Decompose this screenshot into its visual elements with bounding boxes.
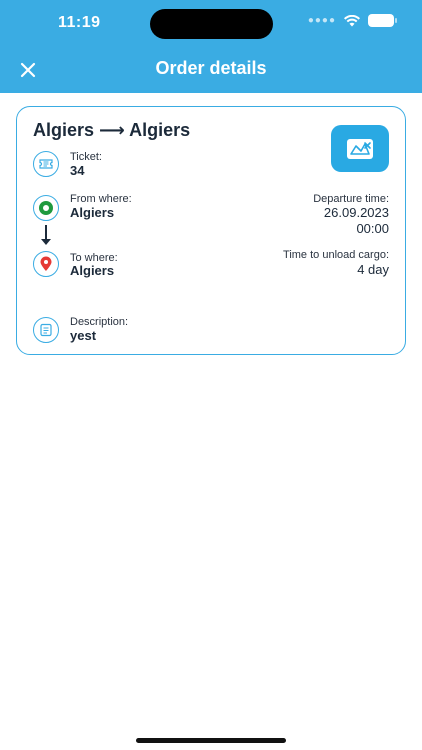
signal-icon: ●●●● bbox=[307, 15, 336, 26]
map-button[interactable] bbox=[331, 125, 389, 172]
home-indicator bbox=[136, 738, 286, 743]
status-time: 11:19 bbox=[58, 14, 101, 31]
battery-icon bbox=[368, 14, 397, 27]
wifi-icon bbox=[344, 14, 360, 26]
route-title: Algiers ⟶ Algiers bbox=[33, 120, 191, 140]
from-value: Algiers bbox=[70, 205, 115, 220]
page-title: Order details bbox=[155, 58, 267, 78]
description-value: yest bbox=[70, 328, 97, 343]
document-icon bbox=[33, 317, 59, 343]
order-card: Algiers ⟶ Algiers Ticket: 34 From where:… bbox=[16, 106, 406, 355]
origin-pin-icon bbox=[33, 195, 59, 221]
unload-label: Time to unload cargo: bbox=[283, 249, 389, 261]
destination-pin-icon bbox=[33, 251, 59, 277]
map-icon bbox=[347, 138, 373, 159]
dynamic-island bbox=[150, 9, 273, 39]
departure-label: Departure time: bbox=[313, 193, 389, 205]
departure-date: 26.09.2023 bbox=[323, 205, 389, 220]
to-value: Algiers bbox=[70, 263, 115, 278]
description-label: Description: bbox=[70, 316, 129, 328]
departure-time: 00:00 bbox=[356, 221, 389, 236]
arrow-down-icon bbox=[41, 239, 51, 245]
ticket-icon bbox=[33, 151, 59, 177]
status-icons: ●●●● bbox=[307, 14, 397, 27]
ticket-label: Ticket: bbox=[70, 151, 102, 163]
ticket-value: 34 bbox=[70, 163, 85, 178]
app-header: 11:19 ●●●● Order details bbox=[0, 0, 422, 93]
unload-value: 4 day bbox=[357, 262, 389, 277]
from-label: From where: bbox=[70, 193, 132, 205]
